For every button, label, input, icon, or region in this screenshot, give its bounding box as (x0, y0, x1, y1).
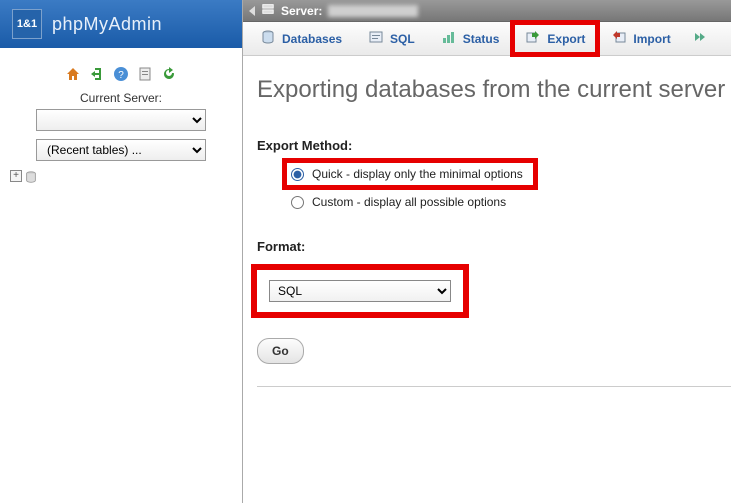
database-icon (24, 169, 38, 184)
export-method-quick-radio[interactable] (291, 168, 304, 181)
export-icon (525, 29, 541, 48)
db-tree: + (10, 169, 242, 184)
format-block: Format: SQL (257, 239, 731, 312)
main-area: Server: Databases SQL Status Export Impo… (243, 0, 731, 503)
export-method-quick[interactable]: Quick - display only the minimal options (287, 163, 533, 185)
tab-label: Import (633, 32, 670, 46)
databases-icon (260, 29, 276, 48)
tab-bar: Databases SQL Status Export Import (243, 22, 731, 56)
format-label: Format: (257, 239, 731, 254)
go-button[interactable]: Go (257, 338, 304, 364)
tab-status[interactable]: Status (428, 22, 513, 55)
breadcrumb: Server: (243, 0, 731, 22)
breadcrumb-server-name (328, 5, 418, 17)
svg-text:?: ? (118, 70, 124, 81)
export-method-label: Export Method: (257, 138, 731, 153)
tab-databases[interactable]: Databases (247, 22, 355, 55)
sql-icon (368, 29, 384, 48)
separator (257, 386, 731, 387)
current-server-label: Current Server: (0, 91, 242, 105)
home-icon[interactable] (65, 66, 81, 85)
export-method-options: Quick - display only the minimal options… (287, 163, 731, 213)
more-icon (691, 29, 707, 48)
page-title: Exporting databases from the current ser… (257, 76, 731, 104)
brand-logo: 1&1 (12, 9, 42, 39)
export-method-custom[interactable]: Custom - display all possible options (287, 191, 731, 213)
server-icon (261, 2, 275, 19)
tab-label: Status (463, 32, 500, 46)
radio-label: Custom - display all possible options (312, 195, 506, 209)
export-method-custom-radio[interactable] (291, 196, 304, 209)
help-icon[interactable]: ? (113, 66, 129, 85)
content: Exporting databases from the current ser… (243, 56, 731, 387)
server-select[interactable] (36, 109, 206, 131)
import-icon (611, 29, 627, 48)
brand-product-name: phpMyAdmin (52, 14, 162, 35)
sidebar-icon-row: ? (0, 66, 242, 85)
tab-more[interactable] (684, 22, 714, 55)
reload-icon[interactable] (161, 66, 177, 85)
tab-sql[interactable]: SQL (355, 22, 428, 55)
tab-label: Databases (282, 32, 342, 46)
tab-export[interactable]: Export (512, 22, 598, 55)
recent-tables-select[interactable]: (Recent tables) ... (36, 139, 206, 161)
tab-label: Export (547, 32, 585, 46)
breadcrumb-arrow-icon (249, 6, 255, 16)
tree-expand-icon[interactable]: + (10, 170, 22, 182)
logout-icon[interactable] (89, 66, 105, 85)
format-select[interactable]: SQL (269, 280, 451, 302)
sidebar: 1&1 phpMyAdmin ? Current Server: (Recent… (0, 0, 243, 503)
radio-label: Quick - display only the minimal options (312, 167, 523, 181)
tab-label: SQL (390, 32, 415, 46)
tab-import[interactable]: Import (598, 22, 683, 55)
brand-bar: 1&1 phpMyAdmin (0, 0, 242, 48)
breadcrumb-server-label: Server: (281, 4, 322, 18)
format-select-highlight: SQL (257, 270, 463, 312)
status-icon (441, 29, 457, 48)
docs-icon[interactable] (137, 66, 153, 85)
